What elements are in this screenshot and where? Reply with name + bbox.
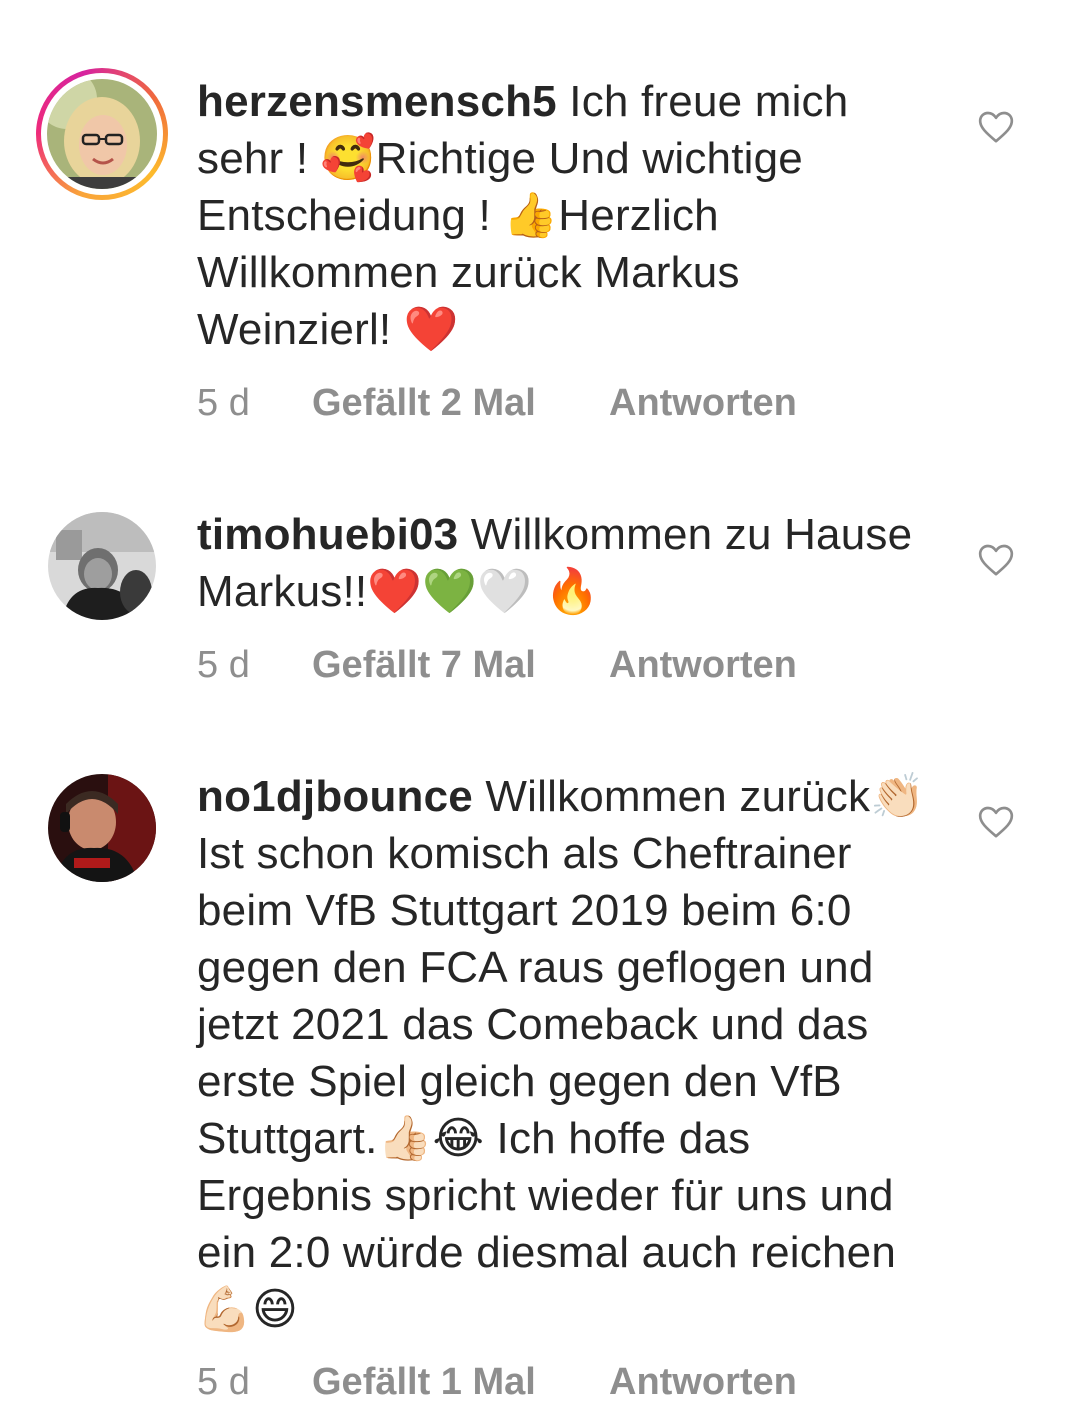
comment-body: herzensmensch5 Ich freue mich sehr ! 🥰Ri… bbox=[197, 73, 937, 358]
comment-body: no1djbounce Willkommen zurück👏🏻 Ist scho… bbox=[197, 768, 937, 1338]
comment-body: timohuebi03 Willkommen zu Hause Markus!!… bbox=[197, 506, 937, 620]
avatar[interactable] bbox=[48, 512, 156, 620]
comment-meta: 5 d Gefällt 7 Mal Antworten bbox=[197, 643, 797, 687]
reply-button[interactable]: Antworten bbox=[609, 381, 797, 425]
heart-outline-icon[interactable] bbox=[976, 802, 1016, 842]
comment-meta: 5 d Gefällt 2 Mal Antworten bbox=[197, 381, 797, 425]
likes-count-button[interactable]: Gefällt 7 Mal bbox=[312, 643, 609, 687]
heart-outline-icon[interactable] bbox=[976, 540, 1016, 580]
comment-time: 5 d bbox=[197, 1361, 250, 1403]
likes-count-button[interactable]: Gefällt 1 Mal bbox=[312, 1360, 609, 1404]
comment-username[interactable]: herzensmensch5 bbox=[197, 77, 557, 126]
story-ring[interactable] bbox=[36, 68, 168, 200]
comment-username[interactable]: timohuebi03 bbox=[197, 510, 458, 559]
reply-button[interactable]: Antworten bbox=[609, 643, 797, 687]
reply-button[interactable]: Antworten bbox=[609, 1360, 797, 1404]
avatar[interactable] bbox=[47, 79, 157, 189]
comment-text: Willkommen zurück👏🏻 Ist schon komisch al… bbox=[197, 772, 926, 1334]
avatar[interactable] bbox=[48, 774, 156, 882]
comment-time: 5 d bbox=[197, 382, 250, 424]
comment-meta: 5 d Gefällt 1 Mal Antworten bbox=[197, 1360, 797, 1404]
comment-username[interactable]: no1djbounce bbox=[197, 772, 473, 821]
heart-outline-icon[interactable] bbox=[976, 107, 1016, 147]
likes-count-button[interactable]: Gefällt 2 Mal bbox=[312, 381, 609, 425]
comment-time: 5 d bbox=[197, 644, 250, 686]
